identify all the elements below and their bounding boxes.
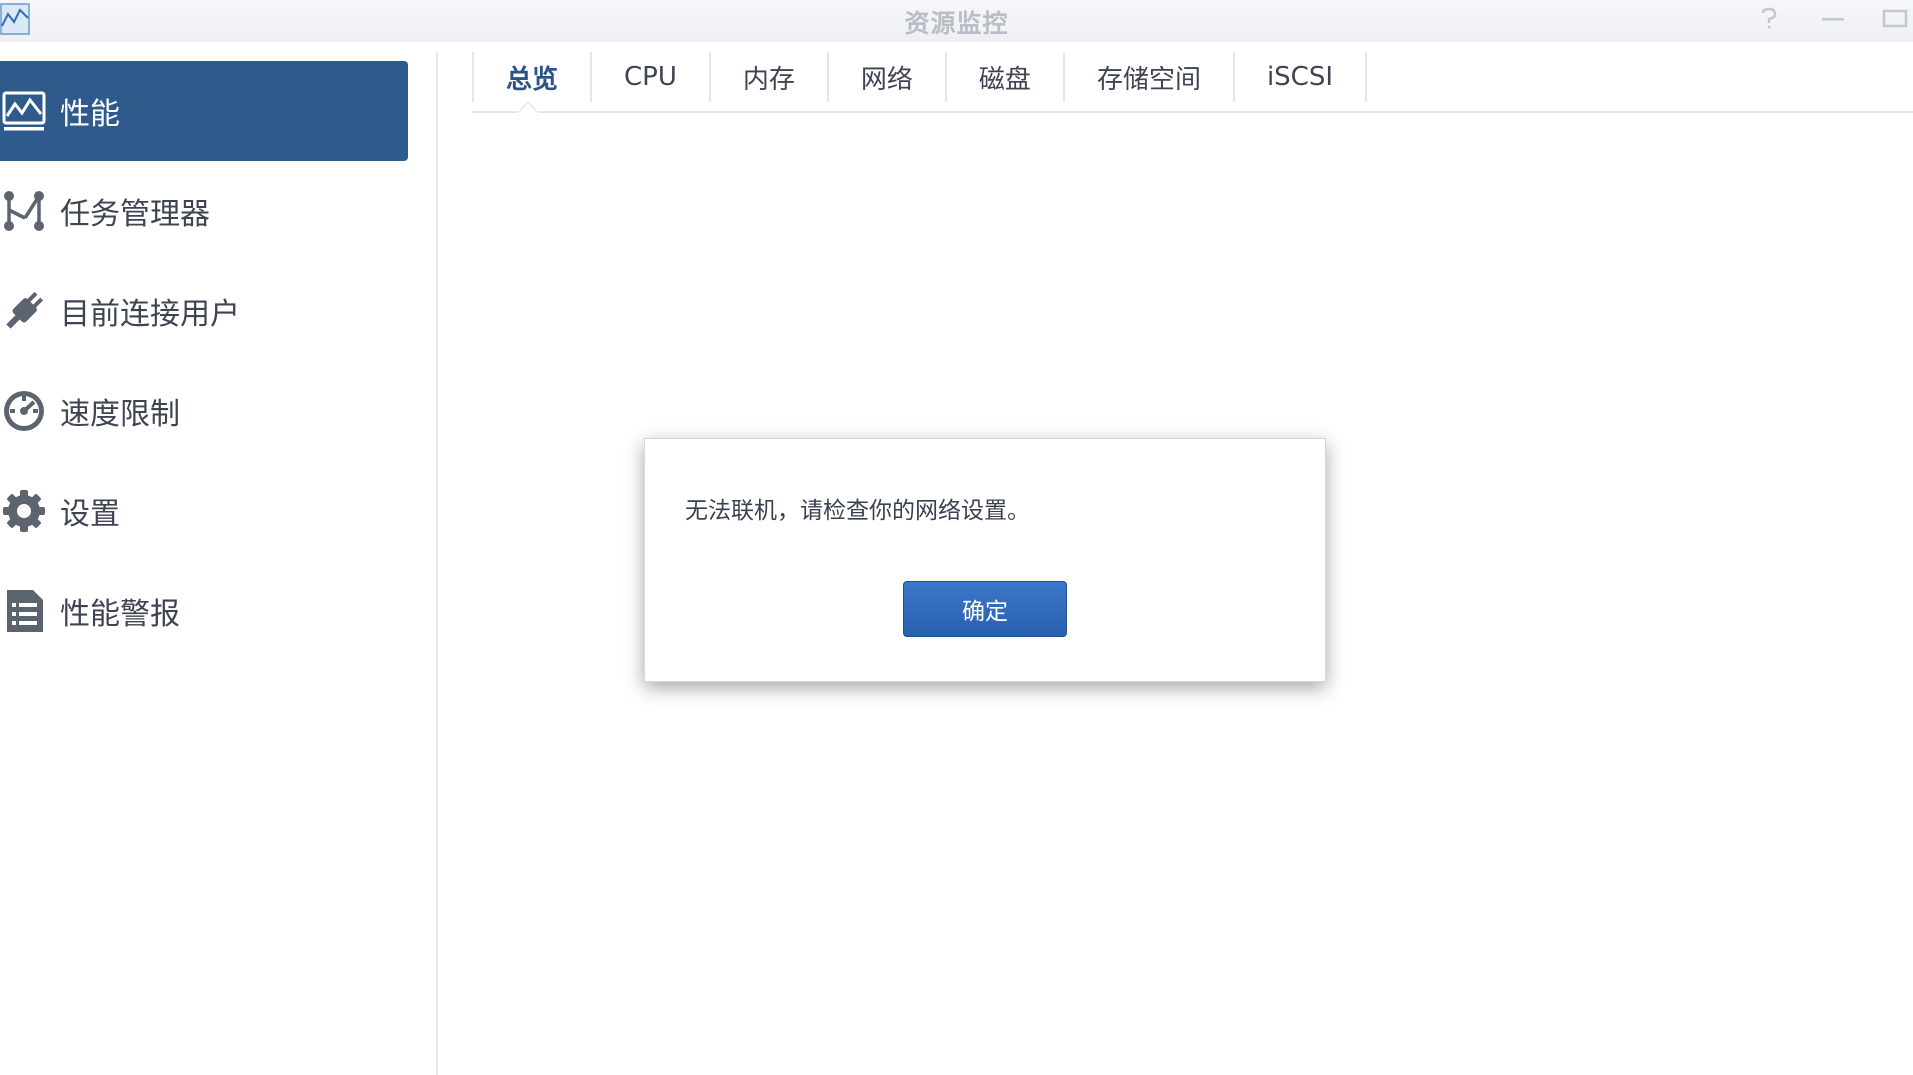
tab-volume[interactable]: 存储空间 [1065,52,1235,102]
sidebar-item-performance-alerts[interactable]: 性能警报 [0,561,408,661]
tab-overview[interactable]: 总览 [472,52,593,102]
tab-bar: 总览 CPU 内存 网络 磁盘 存储空间 iSCSI [472,52,1368,114]
tab-iscsi[interactable]: iSCSI [1235,52,1368,102]
tab-memory[interactable]: 内存 [711,52,829,102]
sidebar-item-task-manager[interactable]: 任务管理器 [0,161,408,261]
sidebar: 性能 任务管理器 目前连接用户 速度限制 设置 性能警报 [0,42,438,1075]
ok-button[interactable]: 确定 [903,581,1067,637]
tab-baseline [472,111,1913,113]
tab-disk[interactable]: 磁盘 [947,52,1065,102]
active-tab-pointer-icon [518,101,538,113]
title-bar: 资源监控 [0,0,1913,42]
sidebar-item-speed-limit[interactable]: 速度限制 [0,361,408,461]
sidebar-item-label: 任务管理器 [60,197,210,232]
minimize-button[interactable] [1818,6,1848,32]
sidebar-item-performance[interactable]: 性能 [0,61,408,161]
sidebar-item-label: 设置 [60,497,120,532]
gear-icon [0,487,48,535]
sidebar-item-label: 性能警报 [60,597,180,632]
tab-network[interactable]: 网络 [829,52,947,102]
sidebar-item-settings[interactable]: 设置 [0,461,408,561]
maximize-button[interactable] [1880,6,1910,32]
error-dialog: 无法联机，请检查你的网络设置。 确定 [644,438,1326,682]
sidebar-divider [436,52,438,1075]
tab-cpu[interactable]: CPU [592,52,711,102]
performance-chart-icon [0,87,48,135]
window-title: 资源监控 [904,9,1009,38]
list-document-icon [0,587,48,635]
sidebar-item-label: 性能 [60,97,120,132]
help-button[interactable] [1754,6,1784,32]
resource-monitor-window: 资源监控 性能 任务管理器 目前连接用户 速度限制 设置 性能警报 总览 CPU… [0,0,1913,1075]
sidebar-item-label: 速度限制 [60,397,180,432]
sidebar-item-label: 目前连接用户 [60,297,240,332]
sidebar-item-connected-users[interactable]: 目前连接用户 [0,261,408,361]
dialog-message: 无法联机，请检查你的网络设置。 [685,498,1030,524]
speedometer-icon [0,387,48,435]
task-manager-icon [0,187,48,235]
plug-icon [0,287,48,335]
